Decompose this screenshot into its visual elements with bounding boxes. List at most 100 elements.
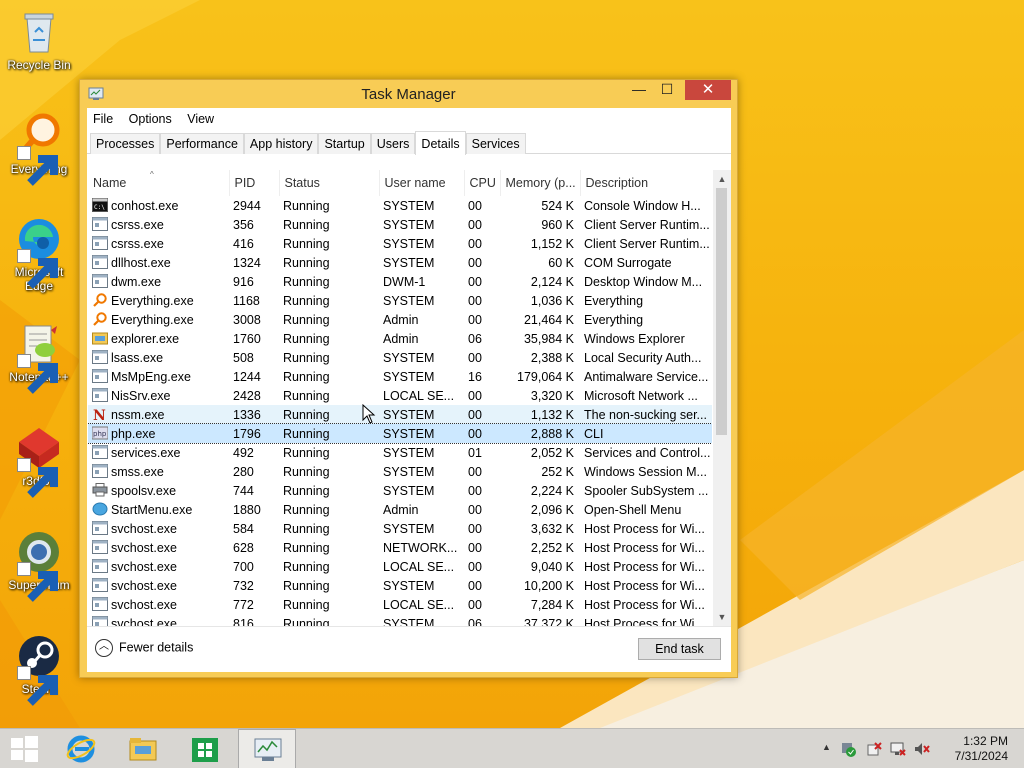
shortcut-arrow-icon — [17, 666, 58, 706]
table-row[interactable]: svchost.exe 628 Running NETWORK... 00 2,252 K… — [88, 538, 712, 557]
table-row[interactable]: dllhost.exe 1324 Running SYSTEM 00 60 K COM Su… — [88, 253, 712, 272]
column-header-name[interactable]: Name ^ — [88, 170, 230, 196]
table-row[interactable]: smss.exe 280 Running SYSTEM 00 252 K Windows S… — [88, 462, 712, 481]
tab-startup[interactable]: Startup — [318, 133, 371, 154]
clock[interactable]: 1:32 PM 7/31/2024 — [955, 734, 1008, 764]
cell-name: MsMpEng.exe — [88, 367, 229, 386]
process-icon — [92, 597, 111, 612]
cell-user-name: SYSTEM — [383, 616, 435, 627]
cell-user-name: NETWORK... — [383, 540, 458, 555]
process-icon — [92, 369, 111, 384]
edge-icon — [15, 215, 63, 289]
menu-view[interactable]: View — [187, 112, 214, 126]
desktop-icon-r3dfox[interactable]: r3dfox — [2, 424, 76, 498]
table-row[interactable]: svchost.exe 584 Running SYSTEM 00 3,632 K Host… — [88, 519, 712, 538]
table-row[interactable]: NisSrv.exe 2428 Running LOCAL SE... 00 3,320 … — [88, 386, 712, 405]
maximize-button[interactable]: ☐ — [653, 80, 681, 100]
fewer-details-button[interactable]: ︿ Fewer details — [95, 639, 193, 657]
store-icon — [192, 738, 218, 762]
title-bar[interactable]: Task Manager — ☐ ✕ — [80, 80, 737, 108]
taskbar-store[interactable] — [176, 729, 234, 768]
tab-app-history[interactable]: App history — [243, 133, 319, 154]
power-icon[interactable] — [866, 741, 882, 757]
table-row[interactable]: svchost.exe 816 Running SYSTEM 06 37,372 K Hos… — [88, 614, 712, 626]
minimize-button[interactable]: — — [625, 80, 653, 100]
table-row[interactable]: svchost.exe 732 Running SYSTEM 00 10,200 K Hos… — [88, 576, 712, 595]
column-header-cpu[interactable]: CPU — [464, 170, 501, 196]
table-row[interactable]: MsMpEng.exe 1244 Running SYSTEM 16 179,064 K A… — [88, 367, 712, 386]
desktop-icon-recycle-bin[interactable]: Recycle Bin — [2, 8, 76, 72]
cell-status: Running — [283, 597, 330, 612]
cell-user-name: SYSTEM — [383, 217, 435, 232]
cell-cpu: 00 — [464, 424, 500, 443]
desktop-icon-everything[interactable]: Everything — [2, 112, 76, 186]
vertical-scrollbar[interactable]: ▲ ▼ — [713, 170, 731, 626]
table-row[interactable]: Everything.exe 3008 Running Admin 00 21,464 K… — [88, 310, 712, 329]
table-row[interactable]: spoolsv.exe 744 Running SYSTEM 00 2,224 K Spoo… — [88, 481, 712, 500]
table-row[interactable]: svchost.exe 772 Running LOCAL SE... 00 7,284 … — [88, 595, 712, 614]
svg-text:php: php — [93, 430, 107, 438]
cell-name: svchost.exe — [88, 557, 229, 576]
cell-description: The non-sucking ser... — [580, 405, 712, 424]
tab-processes[interactable]: Processes — [90, 133, 161, 154]
clock-time: 1:32 PM — [963, 734, 1008, 748]
cell-pid: 1168 — [233, 293, 260, 308]
table-row[interactable]: C:\ conhost.exe 2944 Running SYSTEM 00 524 K Co… — [88, 196, 712, 215]
scrollbar-thumb[interactable] — [716, 188, 727, 435]
cell-status: Running — [283, 559, 330, 574]
end-task-button[interactable]: End task — [638, 638, 721, 660]
tab-users[interactable]: Users — [370, 133, 416, 154]
desktop-icon-notepad-plus-plus[interactable]: Notepad++ — [2, 320, 76, 394]
taskbar-task-manager[interactable] — [238, 729, 296, 768]
table-row[interactable]: lsass.exe 508 Running SYSTEM 00 2,388 K Local … — [88, 348, 712, 367]
action-center-icon[interactable] — [840, 741, 856, 757]
tab-services[interactable]: Services — [465, 133, 526, 154]
cell-name: svchost.exe — [88, 538, 229, 557]
cell-pid: 492 — [233, 445, 254, 460]
column-header-description[interactable]: Description — [580, 170, 712, 196]
desktop-icon-microsoft-edge[interactable]: Microsoft Edge — [2, 215, 76, 293]
desktop-icon-steam[interactable]: Steam — [2, 632, 76, 706]
cell-user-name: LOCAL SE... — [383, 597, 455, 612]
volume-muted-icon[interactable] — [914, 741, 930, 757]
close-button[interactable]: ✕ — [685, 80, 731, 100]
cell-status: Running — [283, 502, 330, 517]
scroll-down-arrow-icon[interactable]: ▼ — [713, 608, 731, 626]
table-row[interactable]: dwm.exe 916 Running DWM-1 00 2,124 K Desktop W… — [88, 272, 712, 291]
table-row[interactable]: php php.exe 1796 Running SYSTEM 00 2,888 K CLI — [88, 423, 712, 444]
table-row[interactable]: Nnssm.exe 1336 Running SYSTEM 00 1,132 K The n… — [88, 405, 712, 424]
cell-name: StartMenu.exe — [88, 500, 229, 519]
menu-options[interactable]: Options — [129, 112, 172, 126]
column-header-status[interactable]: Status — [279, 170, 380, 196]
column-header-user-name[interactable]: User name — [379, 170, 465, 196]
column-header-memory[interactable]: Memory (p... — [500, 170, 581, 196]
table-row[interactable]: explorer.exe 1760 Running Admin 06 35,984 K Wi… — [88, 329, 712, 348]
php-icon: php — [92, 426, 111, 441]
cell-user-name: LOCAL SE... — [383, 388, 455, 403]
scroll-up-arrow-icon[interactable]: ▲ — [713, 170, 731, 188]
table-row[interactable]: Everything.exe 1168 Running SYSTEM 00 1,036 K… — [88, 291, 712, 310]
table-row[interactable]: services.exe 492 Running SYSTEM 01 2,052 K Ser… — [88, 443, 712, 462]
cell-name: Nnssm.exe — [88, 405, 229, 424]
cell-status: Running — [283, 369, 330, 384]
taskbar-internet-explorer[interactable] — [52, 729, 110, 768]
desktop-icon-supermium[interactable]: Supermium — [2, 528, 76, 602]
column-header-pid[interactable]: PID — [229, 170, 280, 196]
tab-performance[interactable]: Performance — [160, 133, 244, 154]
table-row[interactable]: csrss.exe 356 Running SYSTEM 00 960 K Client S… — [88, 215, 712, 234]
cell-description: Microsoft Network ... — [584, 388, 698, 403]
table-row[interactable]: csrss.exe 416 Running SYSTEM 00 1,152 K Client… — [88, 234, 712, 253]
menu-file[interactable]: File — [93, 112, 113, 126]
task-manager-window: Task Manager — ☐ ✕ File Options View Pro… — [79, 79, 738, 678]
process-icon — [92, 445, 111, 460]
show-hidden-icons-button[interactable]: ▲ — [822, 742, 838, 758]
cell-memory: 10,200 K — [523, 578, 574, 593]
table-row[interactable]: svchost.exe 700 Running LOCAL SE... 00 9,040 … — [88, 557, 712, 576]
network-icon[interactable] — [890, 741, 906, 757]
start-button[interactable] — [0, 729, 48, 768]
tab-details[interactable]: Details — [415, 131, 466, 155]
cell-cpu: 00 — [468, 198, 482, 213]
table-row[interactable]: StartMenu.exe 1880 Running Admin 00 2,096 K Op… — [88, 500, 712, 519]
taskbar-file-explorer[interactable] — [114, 729, 172, 768]
cell-description: Open-Shell Menu — [584, 502, 682, 517]
